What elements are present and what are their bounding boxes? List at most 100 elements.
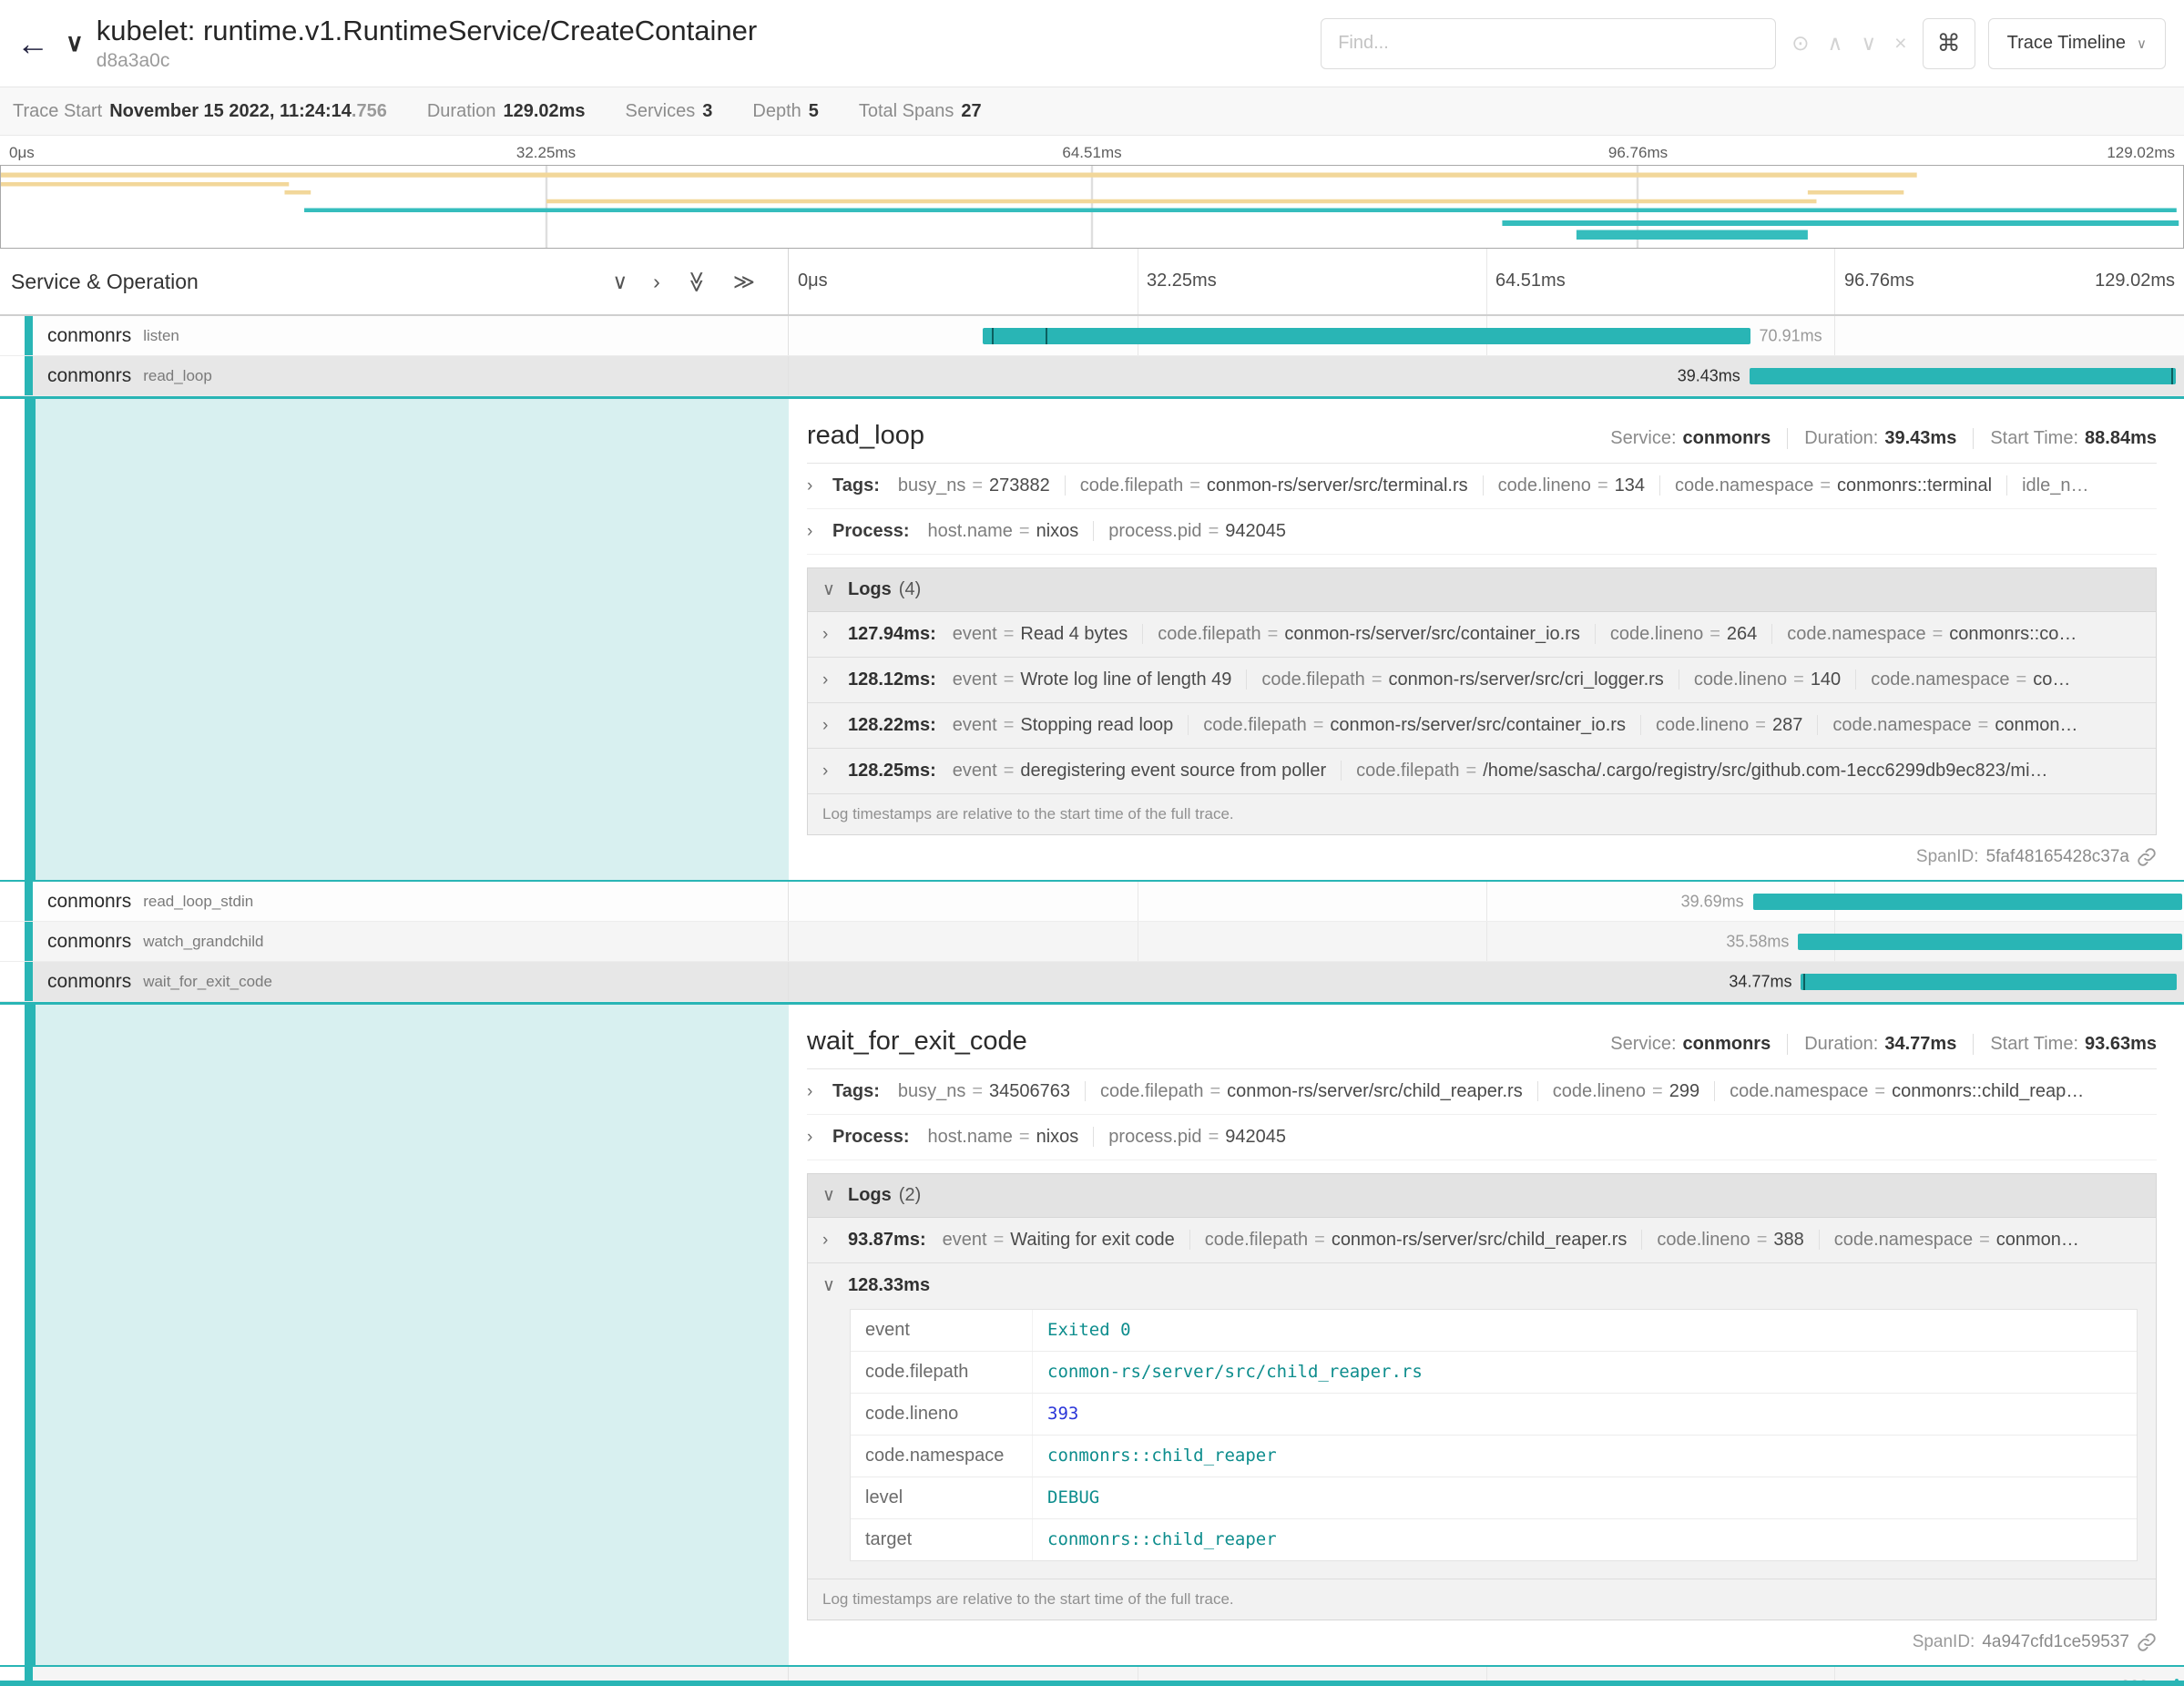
field-value: nixos: [1036, 521, 1079, 541]
span-row-timeline-cell[interactable]: 39.69ms: [789, 882, 2184, 921]
span-bar[interactable]: [1753, 894, 2182, 910]
span-row[interactable]: conmonrs wait_for_exit_code 34.77ms: [0, 962, 2184, 1002]
minimap-chart[interactable]: [0, 165, 2184, 249]
span-row[interactable]: conmonrs read_loop_stdin 39.69ms: [0, 882, 2184, 922]
log-entry[interactable]: › 127.94ms: event=Read 4 bytescode.filep…: [808, 612, 2156, 658]
chevron-down-icon: ∨: [822, 579, 848, 600]
log-marker-tick: [992, 328, 994, 344]
field-value: Read 4 bytes: [1020, 624, 1128, 644]
collapse-one-icon[interactable]: ∨: [612, 270, 628, 294]
key-value-field: code.namespace=conmon…: [1819, 1230, 2079, 1250]
span-row-timeline-cell[interactable]: 34.77ms: [789, 962, 2184, 1001]
log-entry[interactable]: › 93.87ms: event=Waiting for exit codeco…: [808, 1218, 2156, 1263]
chevron-right-icon: ›: [807, 522, 832, 542]
match-highlight-icon[interactable]: ⊙: [1789, 31, 1811, 56]
log-chevron-icon[interactable]: ›: [822, 716, 848, 736]
span-bar[interactable]: [983, 328, 1750, 344]
find-input[interactable]: [1321, 18, 1776, 69]
field-equals-sign: =: [1019, 521, 1030, 541]
key-value-field: event=Read 4 bytes: [953, 624, 1128, 644]
log-entries: › 93.87ms: event=Waiting for exit codeco…: [808, 1218, 2156, 1579]
field-key: code.namespace: [1834, 1230, 1973, 1250]
trace-collapse-chevron-icon[interactable]: ∨: [66, 29, 84, 57]
log-chevron-icon[interactable]: ›: [822, 625, 848, 645]
tags-row[interactable]: › Tags: busy_ns=34506763code.filepath=co…: [807, 1069, 2157, 1115]
keyboard-shortcuts-button[interactable]: ⌘: [1923, 18, 1975, 69]
span-bar[interactable]: [1798, 934, 2182, 950]
find-clear-icon[interactable]: ×: [1892, 31, 1909, 56]
log-chevron-icon[interactable]: ›: [822, 670, 848, 690]
logs-note: Log timestamps are relative to the start…: [808, 1579, 2156, 1620]
chevron-right-icon: ›: [807, 1082, 832, 1102]
key-value-field: code.filepath=conmon-rs/server/src/conta…: [1188, 715, 1626, 735]
field-value: conmon-rs/server/src/terminal.rs: [1207, 475, 1468, 496]
span-row-name-cell[interactable]: conmonrs read_loop: [0, 356, 789, 395]
span-bar[interactable]: [1750, 368, 2176, 384]
span-row[interactable]: conmonrs watch_grandchild 35.58ms: [0, 922, 2184, 962]
log-marker-tick: [2171, 368, 2173, 384]
span-row-name-cell[interactable]: conmonrs wait_for_exit_code: [0, 962, 789, 1001]
summary-value: 129.02ms: [503, 101, 585, 122]
span-row-name-cell[interactable]: conmonrs watch_grandchild: [0, 922, 789, 961]
find-next-icon[interactable]: ∨: [1858, 31, 1879, 56]
ruler-tick-label: 96.76ms: [1844, 271, 1914, 291]
span-row-timeline-cell[interactable]: 70.91ms: [789, 316, 2184, 355]
field-key: code.filepath: [1261, 669, 1364, 690]
timeline-table-header: Service & Operation ∨ › ≫ ≫ 0μs32.25ms64…: [0, 249, 2184, 316]
span-row-name-cell[interactable]: conmonrs read_loop_stdin: [0, 882, 789, 921]
copy-link-icon[interactable]: [2137, 1632, 2157, 1652]
tags-row[interactable]: › Tags: busy_ns=273882code.filepath=conm…: [807, 464, 2157, 509]
log-entry[interactable]: › 128.25ms: event=deregistering event so…: [808, 749, 2156, 794]
process-row[interactable]: › Process: host.name=nixosprocess.pid=94…: [807, 1115, 2157, 1160]
collapse-all-icon[interactable]: ≫: [684, 271, 709, 292]
span-duration-label: 35.58ms: [1726, 932, 1789, 951]
log-chevron-icon[interactable]: ›: [822, 1231, 848, 1251]
chevron-right-icon: ›: [807, 1128, 832, 1148]
process-list: host.name=nixosprocess.pid=942045: [928, 1127, 2158, 1148]
logs-header[interactable]: ∨ Logs (2): [808, 1174, 2156, 1218]
find-prev-icon[interactable]: ∧: [1824, 31, 1845, 56]
span-row[interactable]: conmonrs read_loop 39.43ms: [0, 356, 2184, 396]
span-id-label: SpanID:: [1916, 847, 1979, 867]
summary-item: Services 3: [626, 101, 713, 122]
key-value-field: code.lineno=264: [1595, 624, 1757, 644]
field-value: /home/sascha/.cargo/registry/src/github.…: [1483, 761, 2047, 781]
view-selector-button[interactable]: Trace Timeline ∨: [1988, 18, 2166, 69]
expand-one-icon[interactable]: ›: [653, 270, 660, 294]
key-value-field: code.filepath=conmon-rs/server/src/child…: [1085, 1081, 1523, 1101]
span-row-timeline-cell[interactable]: 35.58ms: [789, 922, 2184, 961]
service-color-bar: [25, 316, 33, 355]
field-equals-sign: =: [1820, 475, 1831, 496]
key-value-field: idle_n…: [2006, 475, 2088, 496]
span-row[interactable]: conmonrs listen 70.91ms: [0, 316, 2184, 356]
log-entry[interactable]: ∨ 128.33ms event Exited 0 code.filepath …: [808, 1263, 2156, 1579]
log-entries: › 127.94ms: event=Read 4 bytescode.filep…: [808, 612, 2156, 794]
service-name: conmonrs: [47, 365, 131, 387]
key-value-field: code.lineno=388: [1641, 1230, 1803, 1250]
field-value: conmon-rs/server/src/container_io.rs: [1284, 624, 1580, 644]
field-value: conmonrs::terminal: [1837, 475, 1992, 496]
operation-name: wait_for_exit_code: [143, 973, 272, 991]
logs-header[interactable]: ∨ Logs (4): [808, 568, 2156, 612]
log-chevron-icon[interactable]: ∨: [822, 1275, 848, 1296]
tags-list: busy_ns=34506763code.filepath=conmon-rs/…: [898, 1081, 2157, 1102]
log-entry[interactable]: › 128.12ms: event=Wrote log line of leng…: [808, 658, 2156, 703]
back-button[interactable]: ←: [0, 25, 66, 63]
field-value: 140: [1811, 669, 1841, 690]
field-value: conmon-rs/server/src/child_reaper.rs: [1227, 1081, 1523, 1101]
field-value: 942045: [1225, 521, 1286, 541]
span-row-name-cell[interactable]: conmonrs listen: [0, 316, 789, 355]
span-bar[interactable]: [1801, 974, 2177, 990]
span-row-timeline-cell[interactable]: 39.43ms: [789, 356, 2184, 395]
log-entry[interactable]: › 128.22ms: event=Stopping read loopcode…: [808, 703, 2156, 749]
field-value: 264: [1727, 624, 1757, 644]
field-value: nixos: [1036, 1127, 1079, 1147]
process-row[interactable]: › Process: host.name=nixosprocess.pid=94…: [807, 509, 2157, 555]
span-detail-content: wait_for_exit_code Service:conmonrs Dura…: [789, 1005, 2184, 1665]
summary-suffix: .756: [352, 101, 387, 121]
log-table-row: target conmonrs::child_reaper: [851, 1519, 2137, 1560]
copy-link-icon[interactable]: [2137, 847, 2157, 867]
field-key: code.filepath: [1158, 624, 1260, 644]
expand-all-icon[interactable]: ≫: [733, 270, 755, 294]
log-chevron-icon[interactable]: ›: [822, 761, 848, 782]
